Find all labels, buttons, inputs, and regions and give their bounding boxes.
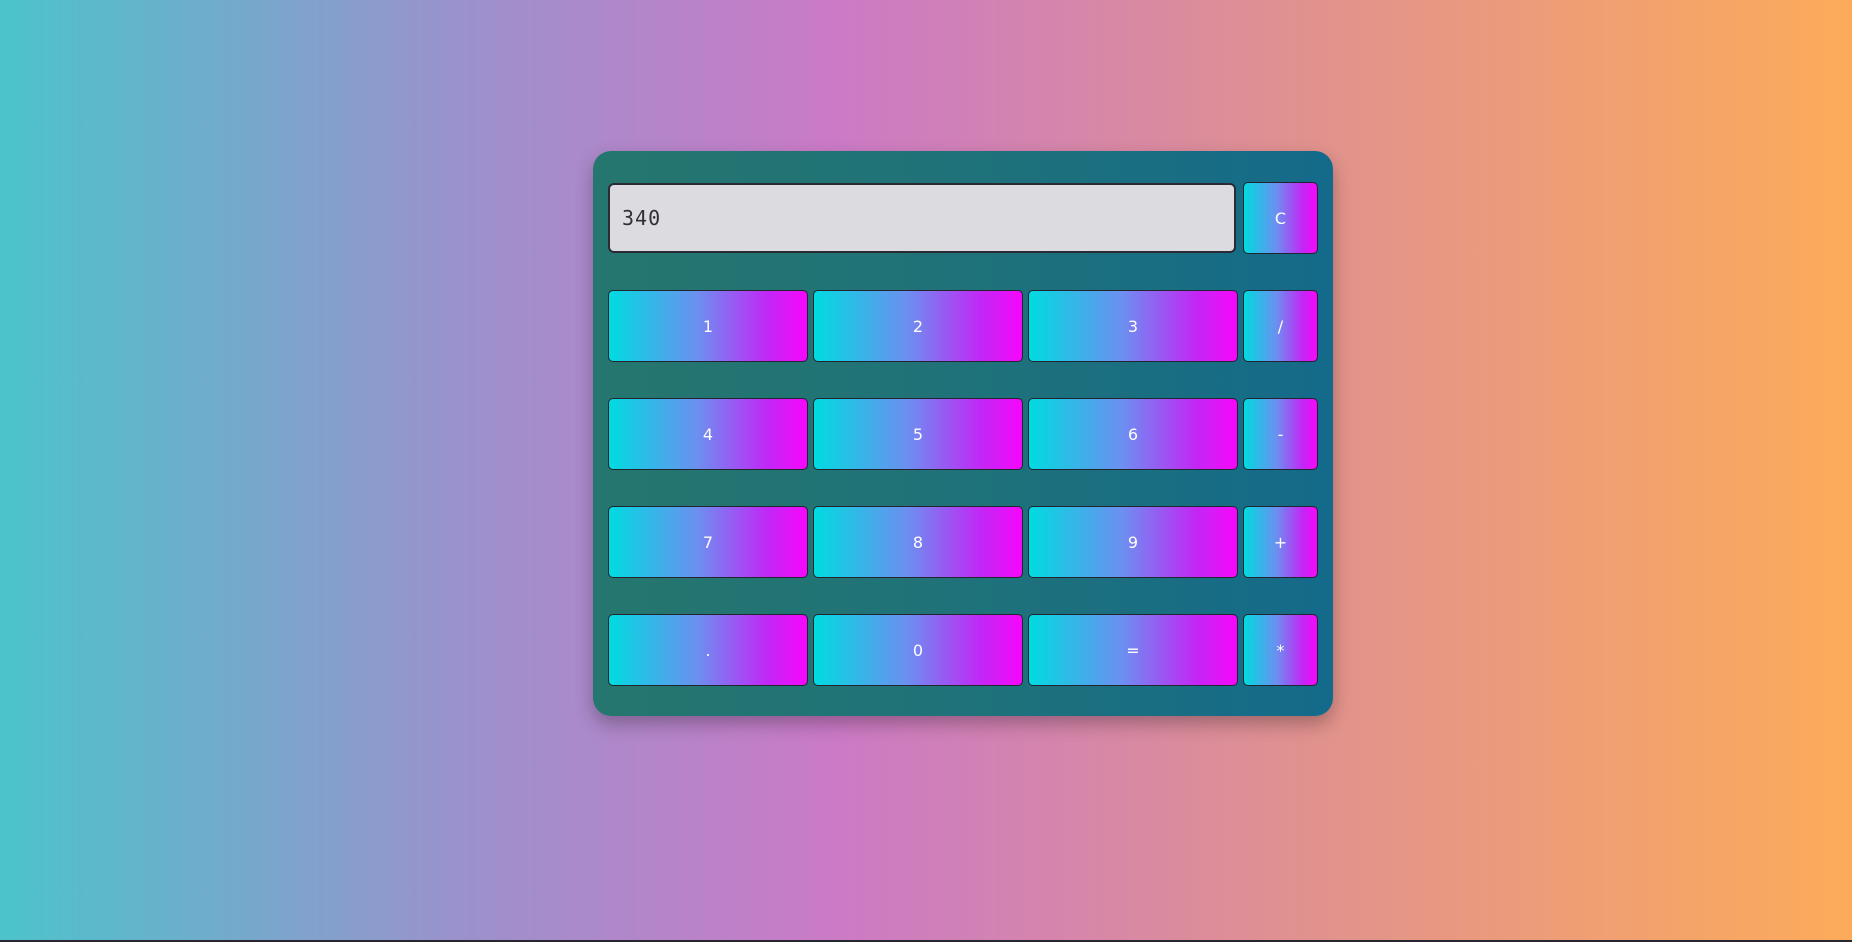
equals-button[interactable]: =: [1028, 614, 1238, 686]
plus-button[interactable]: +: [1243, 506, 1318, 578]
digit-5-button[interactable]: 5: [813, 398, 1023, 470]
digit-6-button[interactable]: 6: [1028, 398, 1238, 470]
digit-8-button[interactable]: 8: [813, 506, 1023, 578]
calculator-display: 340: [608, 183, 1236, 253]
decimal-point-button[interactable]: .: [608, 614, 808, 686]
digit-7-button[interactable]: 7: [608, 506, 808, 578]
minus-button[interactable]: -: [1243, 398, 1318, 470]
display-value: 340: [622, 206, 662, 230]
digit-2-button[interactable]: 2: [813, 290, 1023, 362]
clear-button[interactable]: C: [1243, 182, 1318, 254]
digit-0-button[interactable]: 0: [813, 614, 1023, 686]
digit-9-button[interactable]: 9: [1028, 506, 1238, 578]
calculator-panel: 340 C 1 2 3 / 4 5 6 - 7 8 9 + . 0 = *: [593, 151, 1333, 716]
multiply-button[interactable]: *: [1243, 614, 1318, 686]
digit-4-button[interactable]: 4: [608, 398, 808, 470]
digit-3-button[interactable]: 3: [1028, 290, 1238, 362]
digit-1-button[interactable]: 1: [608, 290, 808, 362]
divide-button[interactable]: /: [1243, 290, 1318, 362]
